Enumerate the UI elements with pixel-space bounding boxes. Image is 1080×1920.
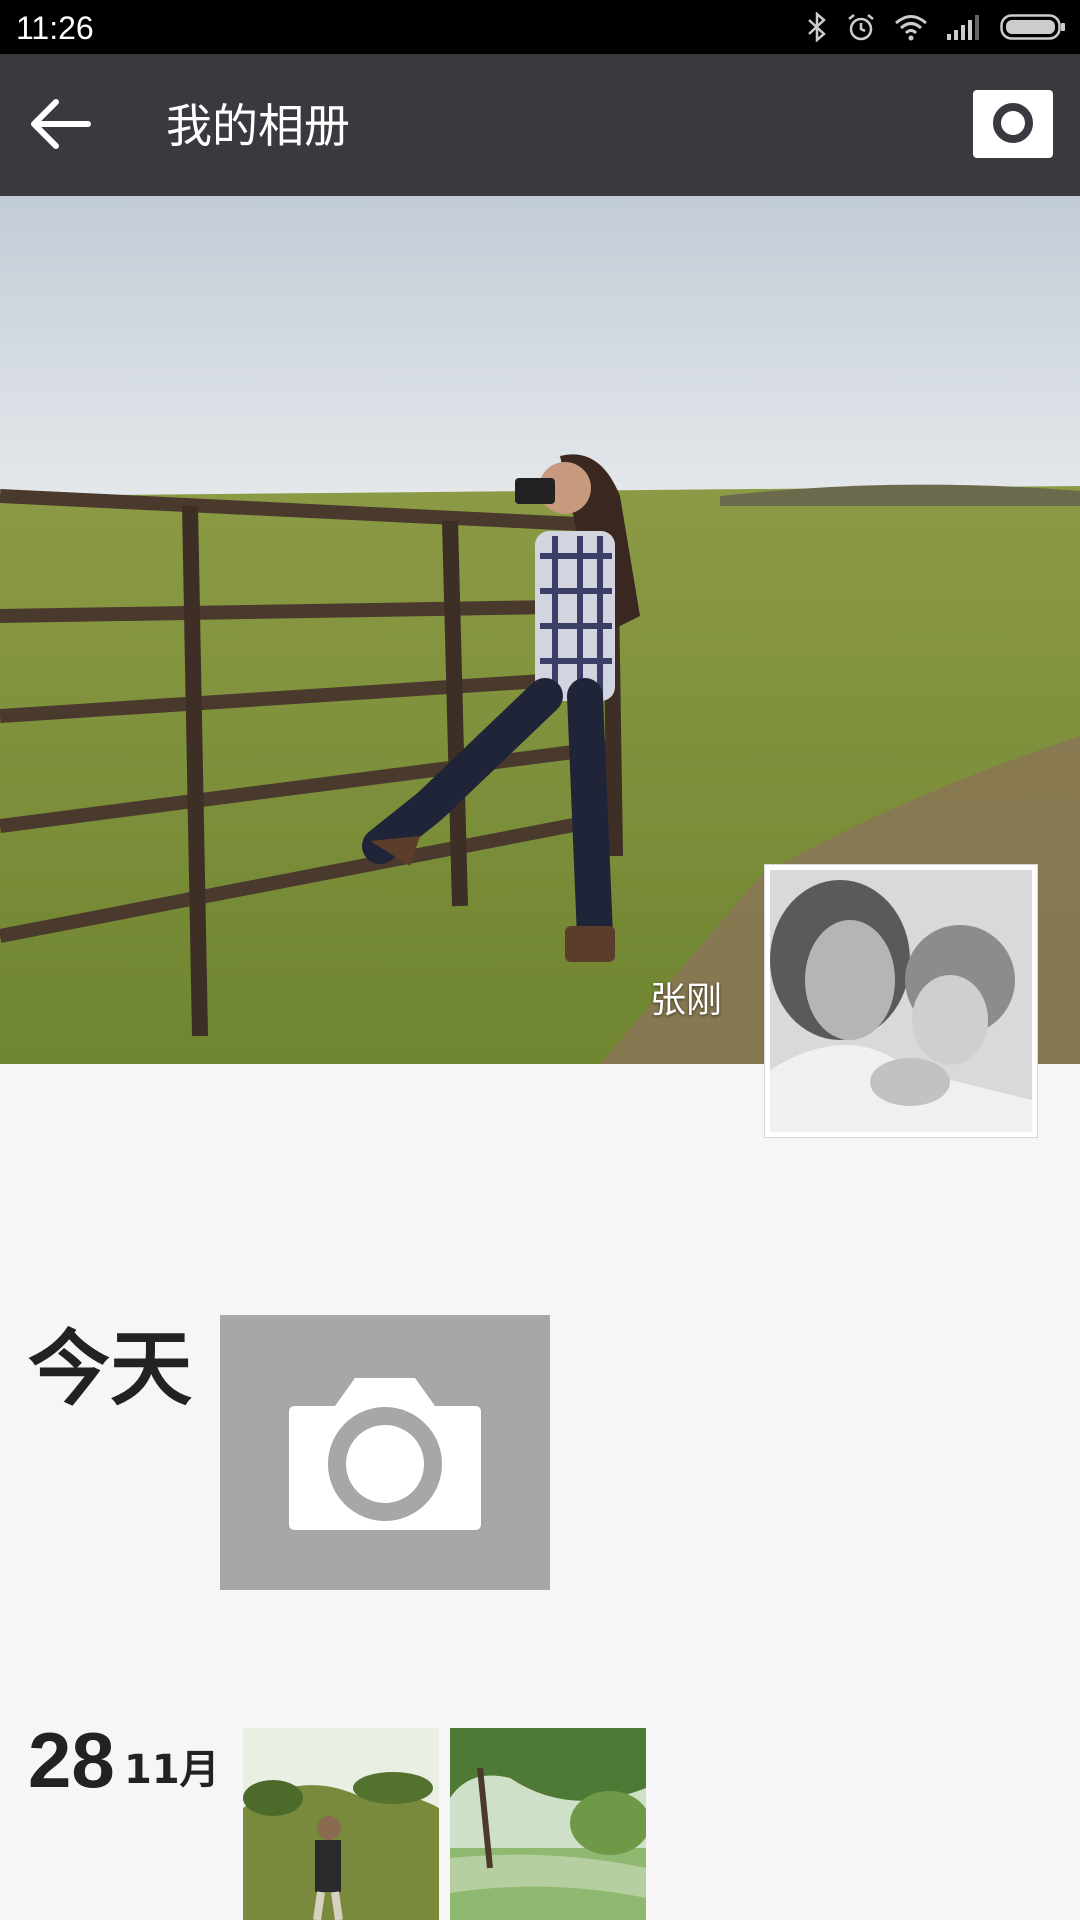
photo-thumbnail[interactable] bbox=[243, 1728, 439, 1920]
battery-icon bbox=[1000, 13, 1066, 41]
status-bar: 11:26 bbox=[0, 0, 1080, 54]
app-bar: 我的相册 bbox=[0, 54, 1080, 196]
camera-icon bbox=[983, 97, 1043, 151]
camera-icon bbox=[285, 1366, 485, 1540]
date-month: 11月 bbox=[124, 1747, 220, 1793]
user-name: 张刚 bbox=[650, 980, 723, 1021]
status-time: 11:26 bbox=[16, 10, 94, 46]
alarm-icon bbox=[846, 12, 876, 42]
bluetooth-icon bbox=[806, 12, 828, 42]
avatar[interactable] bbox=[764, 864, 1038, 1138]
arrow-left-icon bbox=[28, 96, 92, 156]
wifi-icon bbox=[894, 13, 928, 41]
camera-button[interactable] bbox=[973, 90, 1053, 158]
status-icons bbox=[806, 10, 1066, 44]
add-photo-button[interactable] bbox=[220, 1315, 550, 1590]
page-title: 我的相册 bbox=[166, 99, 350, 153]
date-day: 28 bbox=[28, 1716, 115, 1804]
photo-thumbnail[interactable] bbox=[450, 1728, 646, 1920]
today-label: 今天 bbox=[28, 1322, 193, 1417]
back-button[interactable] bbox=[22, 88, 98, 164]
signal-icon bbox=[946, 14, 982, 40]
